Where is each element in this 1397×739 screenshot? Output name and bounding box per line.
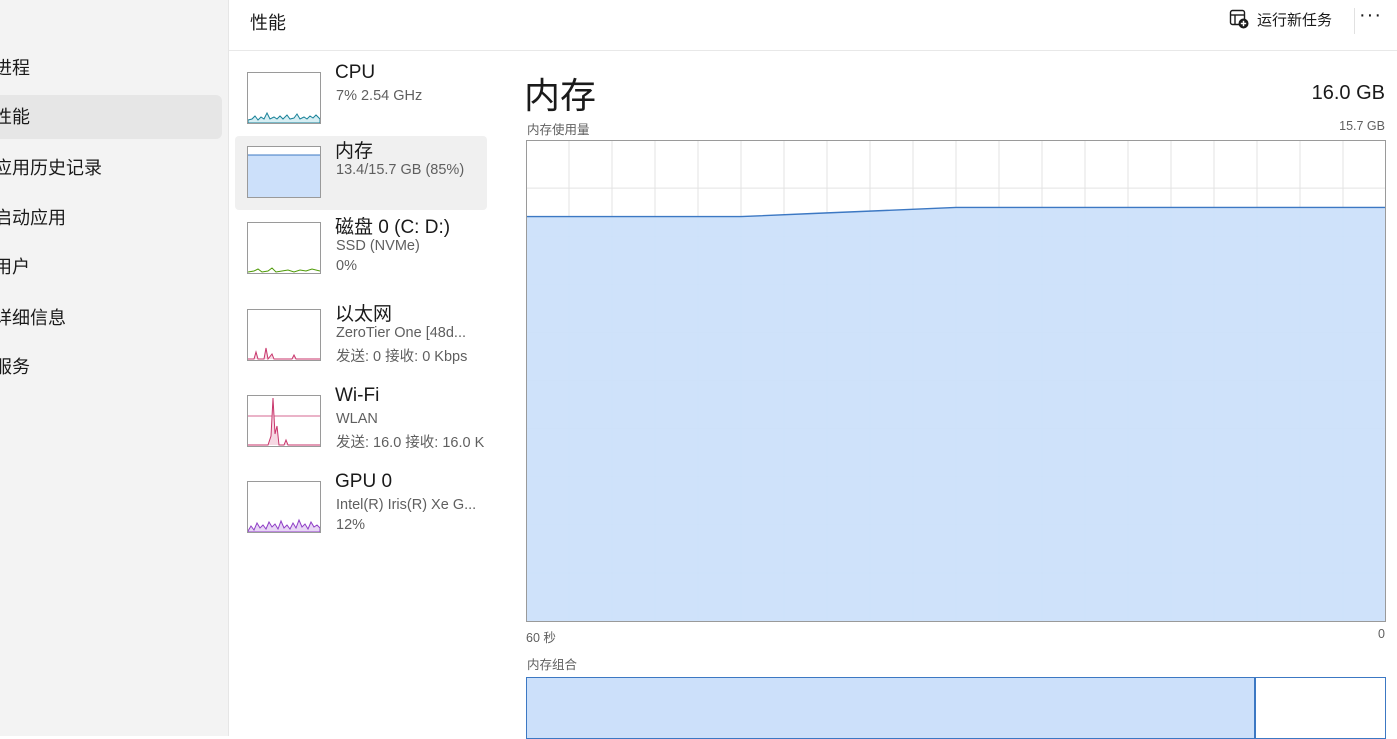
resource-name: GPU 0	[335, 471, 393, 492]
more-options-button[interactable]: ···	[1359, 4, 1382, 27]
nav-item-performance[interactable]: 性能	[0, 95, 222, 139]
memory-composition-label: 内存组合	[527, 658, 578, 672]
resource-name: Wi-Fi	[335, 385, 380, 406]
resource-detail: WLAN	[336, 411, 378, 427]
nav-item-label: 进程	[0, 58, 30, 78]
memory-thumbnail-graph	[247, 146, 321, 198]
add-window-icon	[1229, 9, 1249, 29]
nav-item-label: 启动应用	[0, 208, 66, 228]
nav-item-label: 应用历史记录	[0, 158, 102, 178]
memory-usage-max: 15.7 GB	[1339, 119, 1385, 133]
sidebar-nav: 进程 性能 应用历史记录 启动应用 用户 详细信息 服务	[0, 0, 229, 736]
resource-name: 内存	[335, 141, 374, 162]
cpu-thumbnail-graph	[247, 72, 321, 124]
resource-item-cpu[interactable]: CPU 7% 2.54 GHz	[235, 62, 487, 136]
nav-item-label: 性能	[0, 107, 30, 127]
resource-item-gpu[interactable]: GPU 0 Intel(R) Iris(R) Xe G... 12%	[235, 471, 487, 545]
nav-item-processes[interactable]: 进程	[0, 46, 222, 90]
wifi-thumbnail-graph	[247, 395, 321, 447]
memory-usage-chart	[526, 140, 1386, 622]
resource-item-wifi[interactable]: Wi-Fi WLAN 发送: 16.0 接收: 16.0 K	[235, 385, 487, 459]
nav-item-label: 详细信息	[0, 308, 66, 328]
memory-usage-area	[526, 207, 1386, 621]
nav-item-users[interactable]: 用户	[0, 245, 222, 289]
run-new-task-button[interactable]: 运行新任务	[1229, 6, 1332, 32]
resource-detail: 7% 2.54 GHz	[336, 88, 423, 104]
header-divider	[1354, 8, 1355, 34]
run-new-task-label: 运行新任务	[1257, 11, 1333, 29]
resource-detail: Intel(R) Iris(R) Xe G...	[336, 497, 477, 513]
resource-detail: SSD (NVMe)	[336, 238, 420, 254]
resource-item-memory[interactable]: 内存 13.4/15.7 GB (85%)	[235, 136, 487, 210]
header-bar: 性能 运行新任务 ···	[229, 0, 1397, 51]
resource-name: 磁盘 0 (C: D:)	[335, 217, 451, 238]
resource-detail: 发送: 16.0 接收: 16.0 K	[336, 435, 485, 451]
nav-item-app-history[interactable]: 应用历史记录	[0, 146, 222, 190]
resource-item-ethernet[interactable]: 以太网 ZeroTier One [48d... 发送: 0 接收: 0 Kbp…	[235, 299, 487, 373]
memory-composition-used	[527, 678, 1257, 738]
resource-detail: 12%	[336, 517, 366, 533]
nav-item-details[interactable]: 详细信息	[0, 296, 222, 340]
disk-thumbnail-graph	[247, 222, 321, 274]
nav-item-label: 用户	[0, 257, 30, 277]
resource-detail: ZeroTier One [48d...	[336, 325, 467, 341]
resource-name: CPU	[335, 62, 376, 83]
detail-title: 内存	[524, 75, 597, 116]
memory-composition-bar	[526, 677, 1386, 739]
resource-detail: 0%	[336, 258, 357, 274]
time-axis-end: 0	[1378, 627, 1385, 641]
nav-item-label: 服务	[0, 357, 30, 377]
page-title: 性能	[250, 13, 286, 33]
resource-detail: 发送: 0 接收: 0 Kbps	[336, 349, 468, 365]
nav-item-startup-apps[interactable]: 启动应用	[0, 196, 222, 240]
nav-item-services[interactable]: 服务	[0, 345, 222, 389]
memory-usage-label: 内存使用量	[527, 123, 590, 137]
gpu-thumbnail-graph	[247, 481, 321, 533]
time-axis-start: 60 秒	[526, 631, 556, 645]
total-memory: 16.0 GB	[1311, 82, 1385, 104]
resource-name: 以太网	[335, 304, 393, 325]
ethernet-thumbnail-graph	[247, 309, 321, 361]
resource-item-disk[interactable]: 磁盘 0 (C: D:) SSD (NVMe) 0%	[235, 212, 487, 286]
resource-detail: 13.4/15.7 GB (85%)	[336, 162, 465, 178]
